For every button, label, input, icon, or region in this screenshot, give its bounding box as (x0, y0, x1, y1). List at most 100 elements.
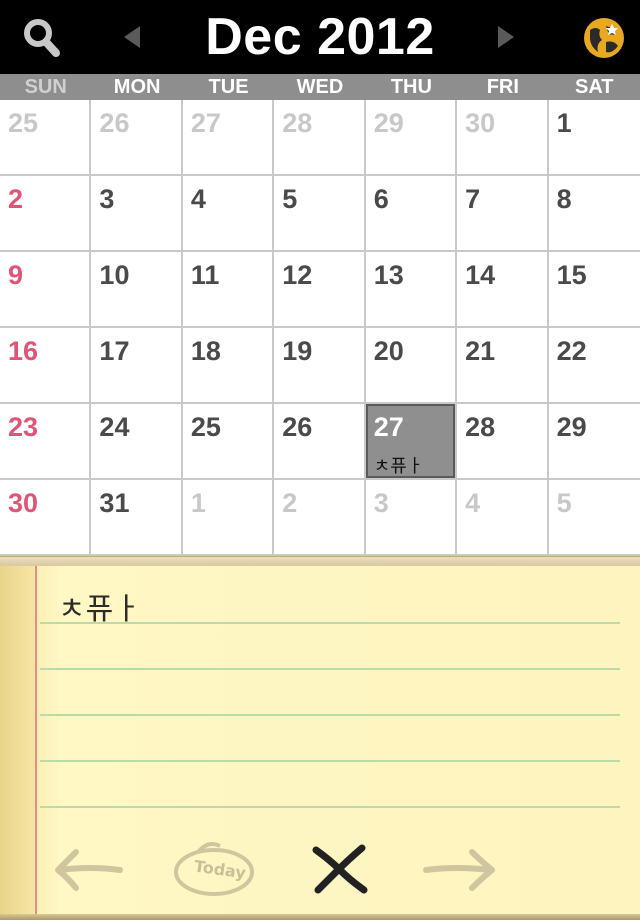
delete-button[interactable] (310, 840, 370, 894)
day-number: 3 (373, 488, 389, 518)
day-number: 30 (8, 488, 39, 518)
day-cell-selected[interactable]: 27 ㅊ퓨ㅏ (365, 404, 458, 480)
previous-month-button[interactable] (118, 20, 148, 54)
day-number: 16 (8, 336, 39, 366)
forward-button[interactable] (420, 844, 500, 894)
arrow-left-icon (55, 849, 123, 891)
delete-x-icon (312, 844, 368, 894)
weekday-label: FRI (486, 76, 519, 98)
day-cell[interactable]: 1 (548, 100, 640, 176)
day-number: 17 (99, 336, 130, 366)
day-number: 26 (99, 108, 130, 138)
day-cell[interactable]: 21 (457, 328, 549, 404)
day-cell[interactable]: 29 (365, 100, 458, 176)
day-cell[interactable]: 10 (91, 252, 183, 328)
search-button[interactable] (20, 16, 64, 60)
back-button[interactable] (50, 844, 126, 894)
weekday-label: TUE (208, 76, 249, 98)
day-number: 6 (373, 184, 389, 214)
day-number: 5 (556, 488, 572, 518)
day-cell[interactable]: 17 (91, 328, 183, 404)
day-cell[interactable]: 31 (91, 480, 183, 556)
day-cell[interactable]: 9 (0, 252, 92, 328)
day-number: 18 (190, 336, 221, 366)
day-number: 27 (373, 412, 404, 442)
note-text[interactable]: ㅊ퓨ㅏ (58, 584, 141, 628)
day-cell[interactable]: 18 (182, 328, 275, 404)
day-number: 20 (373, 336, 404, 366)
day-number: 4 (190, 184, 206, 214)
day-number: 21 (465, 336, 496, 366)
day-cell[interactable]: 16 (0, 328, 92, 404)
notepad-margin-line (35, 566, 37, 920)
day-cell[interactable]: 20 (365, 328, 458, 404)
day-cell[interactable]: 25 (0, 100, 92, 176)
day-number: 28 (465, 412, 496, 442)
day-cell[interactable]: 23 (0, 404, 92, 480)
day-cell[interactable]: 5 (274, 176, 366, 252)
day-cell[interactable]: 28 (274, 100, 366, 176)
day-cell[interactable]: 4 (457, 480, 549, 556)
day-number: 26 (282, 412, 313, 442)
day-cell[interactable]: 19 (274, 328, 366, 404)
notepad-rule (40, 714, 620, 716)
day-cell[interactable]: 12 (274, 252, 366, 328)
day-cell[interactable]: 2 (274, 480, 366, 556)
day-cell[interactable]: 26 (274, 404, 366, 480)
day-cell[interactable]: 22 (548, 328, 640, 404)
day-cell[interactable]: 15 (548, 252, 640, 328)
top-bar: Dec 2012 (0, 0, 640, 74)
day-cell[interactable]: 30 (457, 100, 549, 176)
day-number: 8 (556, 184, 572, 214)
globe-icon (584, 18, 624, 58)
day-event-label: ㅊ퓨ㅏ (373, 456, 424, 477)
day-number: 25 (8, 108, 39, 138)
day-cell[interactable]: 11 (182, 252, 275, 328)
day-number: 5 (282, 184, 298, 214)
day-number: 7 (465, 184, 481, 214)
day-cell[interactable]: 3 (91, 176, 183, 252)
day-cell[interactable]: 13 (365, 252, 458, 328)
day-cell[interactable]: 8 (548, 176, 640, 252)
day-number: 4 (465, 488, 481, 518)
day-number: 15 (556, 260, 587, 290)
day-number: 28 (282, 108, 313, 138)
notepad-rule (40, 760, 620, 762)
day-number: 2 (282, 488, 298, 518)
day-number: 12 (282, 260, 313, 290)
chevron-left-icon (124, 26, 140, 48)
weekday-label: MON (113, 76, 161, 98)
day-cell[interactable]: 5 (548, 480, 640, 556)
day-cell[interactable]: 7 (457, 176, 549, 252)
day-cell[interactable]: 4 (182, 176, 275, 252)
today-button[interactable]: Today (168, 836, 264, 898)
day-cell[interactable]: 24 (91, 404, 183, 480)
day-cell[interactable]: 6 (365, 176, 458, 252)
day-number: 27 (190, 108, 221, 138)
day-cell[interactable]: 2 (0, 176, 92, 252)
calendar-grid: 25 26 27 28 29 30 1 2 3 4 5 6 7 8 9 10 11 12 13 14 15 16 17 18 1… (0, 100, 640, 556)
day-cell[interactable]: 27 (182, 100, 275, 176)
day-number: 29 (373, 108, 404, 138)
day-number: 13 (373, 260, 404, 290)
next-month-button[interactable] (490, 20, 520, 54)
search-icon (24, 19, 60, 57)
day-number: 22 (556, 336, 587, 366)
day-cell[interactable]: 1 (182, 480, 275, 556)
day-number: 25 (190, 412, 221, 442)
notepad-rule (40, 668, 620, 670)
day-cell[interactable]: 28 (457, 404, 549, 480)
day-number: 2 (8, 184, 24, 214)
notepad-bottom-edge (0, 914, 640, 920)
day-number: 29 (556, 412, 587, 442)
day-cell[interactable]: 26 (91, 100, 183, 176)
day-number: 19 (282, 336, 313, 366)
day-number: 11 (190, 260, 220, 290)
weekday-label: WED (296, 76, 344, 98)
day-cell[interactable]: 30 (0, 480, 92, 556)
day-cell[interactable]: 14 (457, 252, 549, 328)
globe-button[interactable] (582, 16, 626, 60)
day-cell[interactable]: 3 (365, 480, 458, 556)
day-cell[interactable]: 29 (548, 404, 640, 480)
day-cell[interactable]: 25 (182, 404, 275, 480)
